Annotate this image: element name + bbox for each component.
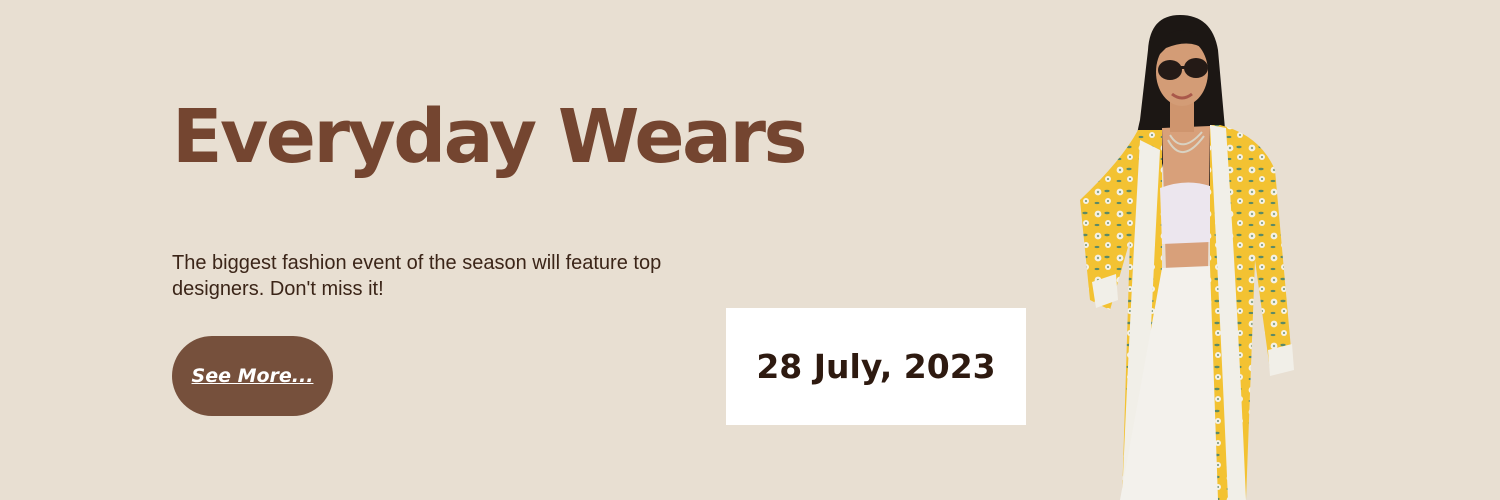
banner-title: Everyday Wears xyxy=(172,94,808,180)
see-more-button[interactable]: See More... xyxy=(172,336,333,416)
event-date: 28 July, 2023 xyxy=(756,347,996,386)
promo-banner: Everyday Wears The biggest fashion event… xyxy=(0,0,1500,500)
event-date-card: 28 July, 2023 xyxy=(726,308,1026,425)
fashion-model-image xyxy=(1080,15,1294,500)
banner-description: The biggest fashion event of the season … xyxy=(172,252,662,300)
